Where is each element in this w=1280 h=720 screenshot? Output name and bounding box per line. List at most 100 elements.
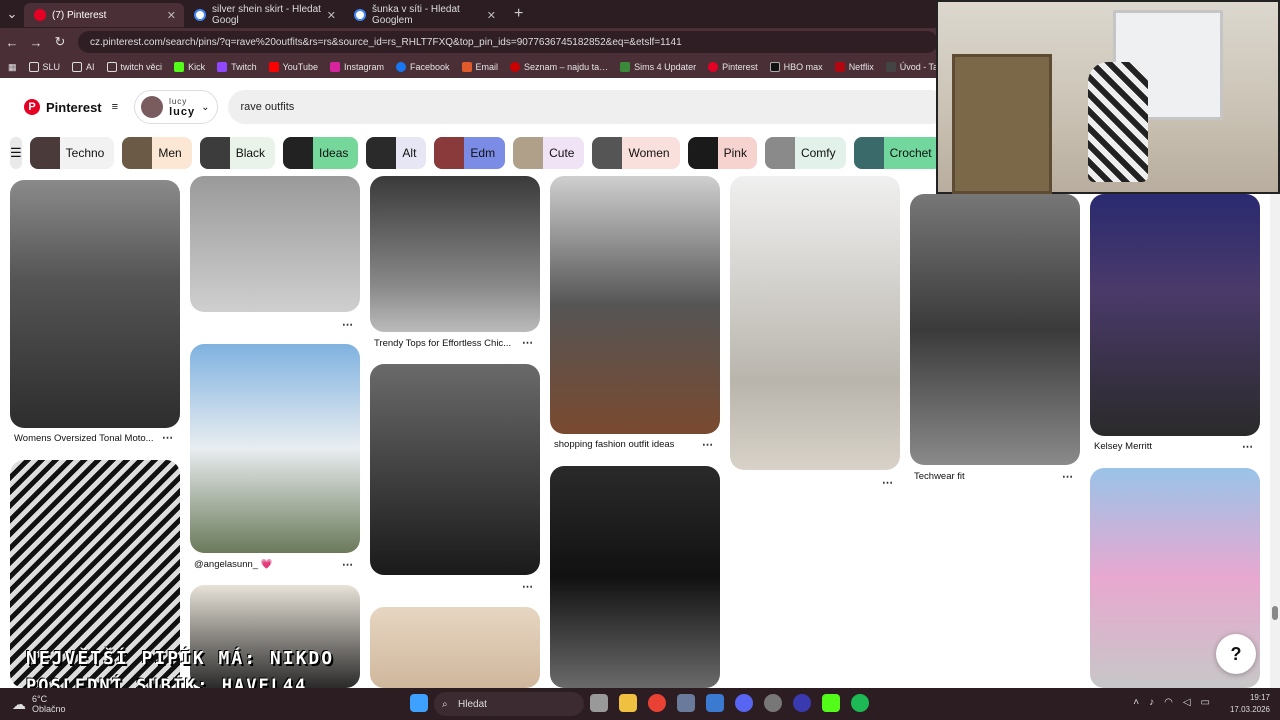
close-tab-icon[interactable]: ✕ — [327, 9, 336, 22]
filter-chip-crochet[interactable]: Crochet — [853, 137, 942, 169]
pin-image[interactable] — [1090, 194, 1260, 436]
pin-caption[interactable]: Womens Oversized Tonal Moto... — [14, 433, 154, 444]
spotify-icon[interactable] — [851, 694, 869, 712]
pin-caption[interactable]: @angelasunn_ 💗 — [194, 559, 273, 570]
pin-caption[interactable]: shopping fashion outfit ideas — [554, 439, 674, 450]
more-options-icon[interactable]: ⋯ — [342, 318, 353, 331]
filter-chip-ideas[interactable]: Ideas — [283, 137, 359, 169]
chrome-icon[interactable] — [648, 694, 666, 712]
close-tab-icon[interactable]: ✕ — [487, 9, 496, 22]
bookmark-item[interactable]: AI — [72, 62, 95, 72]
pin-image[interactable] — [730, 176, 900, 470]
filter-chip-black[interactable]: Black — [199, 137, 276, 169]
battery-icon[interactable]: ▭ — [1201, 697, 1210, 708]
bookmark-item[interactable]: Sims 4 Updater — [620, 62, 696, 72]
pin-image[interactable] — [550, 176, 720, 434]
settings-icon[interactable] — [677, 694, 695, 712]
bookmark-item[interactable]: Email — [461, 62, 498, 72]
bookmark-item[interactable]: twitch věci — [106, 62, 162, 72]
filter-chip-alt[interactable]: Alt — [366, 137, 427, 169]
bookmark-item[interactable]: Twitch — [217, 62, 257, 72]
photos-icon[interactable] — [706, 694, 724, 712]
taskbar-search[interactable]: ⌕ Hledat — [434, 692, 584, 716]
file-icon[interactable] — [590, 694, 608, 712]
filter-chip-comfy[interactable]: Comfy — [764, 137, 846, 169]
more-options-icon[interactable]: ⋯ — [522, 336, 533, 349]
weather-widget[interactable]: ☁ 6°C Oblačno — [0, 694, 66, 714]
speaker-icon[interactable]: ◁ — [1183, 697, 1191, 708]
forward-arrow-icon[interactable]: → — [24, 35, 48, 50]
bookmark-item[interactable]: HBO max — [769, 62, 823, 72]
close-tab-icon[interactable]: ✕ — [167, 9, 176, 22]
back-arrow-icon[interactable]: ← — [0, 35, 24, 50]
filter-chip-edm[interactable]: Edm — [434, 137, 506, 169]
reload-icon[interactable]: ↻ — [48, 34, 72, 50]
obs-icon[interactable] — [764, 694, 782, 712]
pin-image[interactable] — [10, 180, 180, 428]
chevron-up-icon[interactable]: ˄ — [1133, 697, 1139, 708]
pin-image[interactable] — [370, 364, 540, 575]
pinterest-logo[interactable]: P Pinterest ≡ — [24, 99, 118, 115]
filter-chip-men[interactable]: Men — [122, 137, 192, 169]
kick-icon[interactable] — [822, 694, 840, 712]
pin-image[interactable] — [190, 585, 360, 688]
pin-image[interactable] — [370, 607, 540, 688]
chip-thumbnail — [29, 137, 60, 169]
filter-chip-women[interactable]: Women — [592, 137, 680, 169]
scrollbar-thumb[interactable] — [1272, 606, 1278, 620]
bookmark-item[interactable]: Facebook — [396, 62, 450, 72]
browser-tab-google-skirt[interactable]: silver shein skirt - Hledat Googl ✕ — [184, 3, 344, 27]
search-input[interactable]: rave outfits — [228, 90, 949, 124]
pin-caption[interactable]: Kelsey Merritt — [1094, 441, 1152, 452]
more-options-icon[interactable]: ⋯ — [1242, 440, 1253, 453]
pin-image[interactable] — [370, 176, 540, 332]
bookmark-item[interactable]: Instagram — [329, 62, 384, 72]
bookmark-item[interactable]: Pinterest — [708, 62, 758, 72]
folder-icon[interactable] — [619, 694, 637, 712]
microphone-icon[interactable]: ♪ — [1149, 697, 1154, 708]
new-tab-button[interactable]: + — [504, 5, 533, 23]
discord-icon[interactable] — [735, 694, 753, 712]
pin-image[interactable] — [550, 466, 720, 688]
help-button[interactable]: ? — [1216, 634, 1256, 674]
bookmark-item[interactable]: Kick — [174, 62, 205, 72]
profile-name: lucy — [169, 106, 196, 118]
youtube-icon — [268, 62, 279, 72]
filter-sliders-button[interactable]: ☰ — [10, 137, 22, 169]
chip-label: Crochet — [889, 146, 932, 160]
filter-chip-pink[interactable]: Pink — [687, 137, 757, 169]
bookmark-item[interactable]: YouTube — [268, 62, 318, 72]
bookmark-item[interactable]: Netflix — [834, 62, 874, 72]
bookmark-item[interactable]: SLU — [28, 62, 61, 72]
more-options-icon[interactable]: ⋯ — [702, 438, 713, 451]
address-bar[interactable]: cz.pinterest.com/search/pins/?q=rave%20o… — [78, 31, 938, 53]
bookmark-label: Kick — [188, 62, 206, 72]
windows-start-icon[interactable] — [410, 694, 428, 712]
more-options-icon[interactable]: ⋯ — [342, 558, 353, 571]
more-options-icon[interactable]: ⋯ — [1062, 470, 1073, 483]
filter-chip-cute[interactable]: Cute — [513, 137, 585, 169]
profile-switcher[interactable]: lucy lucy ⌄ — [134, 90, 219, 124]
bookmark-label: AI — [86, 62, 95, 72]
pin-caption[interactable]: Trendy Tops for Effortless Chic... — [374, 338, 511, 349]
chip-list: Techno Men Black Ideas Alt Edm Cute Women Pink Co… — [29, 137, 942, 169]
bookmark-item[interactable]: Seznam – najdu ta… — [510, 62, 608, 72]
bookmark-label: SLU — [42, 62, 61, 72]
more-options-icon[interactable]: ⋯ — [882, 476, 893, 489]
clock[interactable]: 19:17 17.03.2026 — [1230, 692, 1270, 716]
tab-list-chevron-icon[interactable]: ⌄ — [0, 6, 24, 22]
wifi-icon[interactable]: ◠ — [1164, 697, 1173, 708]
menu-icon[interactable]: ≡ — [112, 101, 118, 113]
browser-tab-pinterest[interactable]: (7) Pinterest ✕ — [24, 3, 184, 27]
apps-grid-icon[interactable]: ▦ — [8, 62, 17, 73]
pin-image[interactable] — [190, 176, 360, 312]
app-icon[interactable] — [793, 694, 811, 712]
more-options-icon[interactable]: ⋯ — [522, 580, 533, 593]
more-options-icon[interactable]: ⋯ — [162, 431, 173, 444]
pin-image[interactable] — [190, 344, 360, 553]
filter-chip-techno[interactable]: Techno — [29, 137, 115, 169]
pin-caption[interactable]: Techwear fit — [914, 471, 965, 482]
browser-tab-google-sunka[interactable]: šunka v síti - Hledat Googlem ✕ — [344, 3, 504, 27]
pin-image[interactable] — [910, 194, 1080, 465]
page-scrollbar[interactable] — [1270, 176, 1280, 688]
